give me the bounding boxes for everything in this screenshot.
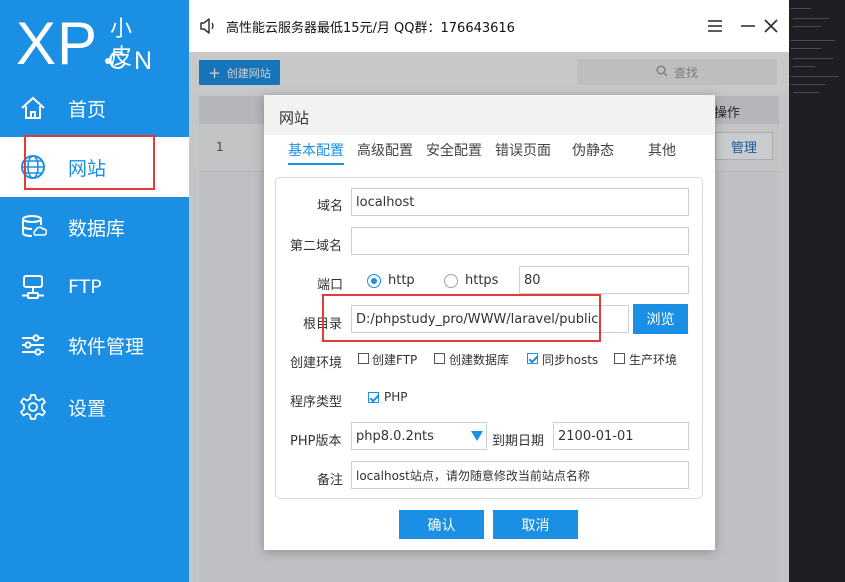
production-env-checkbox[interactable] [614, 353, 625, 364]
root-dir-label: 根目录 [303, 317, 343, 332]
program-type-label: 程序类型 [290, 395, 343, 410]
logo-bottom-text: CN [108, 47, 161, 75]
http-radio[interactable] [367, 274, 381, 288]
tab-other[interactable]: 其他 [648, 141, 676, 165]
create-ftp-checkbox[interactable] [358, 353, 369, 364]
php-version-label: PHP版本 [290, 434, 342, 449]
php-version-select[interactable]: php8.0.2nts [351, 422, 487, 450]
php-checkbox-label: PHP [384, 390, 408, 404]
basic-config-form: 域名 localhost 第二域名 端口 http https 80 根目录 D… [275, 177, 703, 499]
sidebar-item-database[interactable]: 数据库 [0, 197, 189, 257]
sync-hosts-label: 同步hosts [542, 353, 599, 367]
tab-security-config[interactable]: 安全配置 [426, 141, 482, 165]
announcement-text[interactable]: 高性能云服务器最低15元/月 QQ群：176643616 [226, 17, 515, 36]
sidebar: XP 小皮 CN 首页 网站 数据库 FTP 软件管理 设置 [0, 0, 189, 582]
speaker-icon [199, 17, 217, 35]
sidebar-item-label: 网站 [68, 157, 107, 180]
tab-error-pages[interactable]: 错误页面 [495, 141, 551, 165]
create-ftp-label: 创建FTP [372, 353, 418, 367]
second-domain-label: 第二域名 [290, 239, 343, 254]
sidebar-item-label: 设置 [68, 397, 107, 420]
domain-input[interactable]: localhost [351, 188, 689, 216]
sidebar-item-label: FTP [68, 276, 102, 298]
minimize-icon[interactable] [738, 16, 758, 36]
dialog-title: 网站 [279, 109, 310, 127]
database-icon [18, 212, 48, 242]
dialog-tabs: 基本配置 高级配置 安全配置 错误页面 伪静态 其他 [284, 141, 704, 165]
tab-rewrite[interactable]: 伪静态 [572, 141, 614, 165]
browse-button[interactable]: 浏览 [633, 304, 688, 334]
note-label: 备注 [317, 473, 344, 488]
sidebar-item-website[interactable]: 网站 [0, 137, 189, 197]
second-domain-input[interactable] [351, 227, 689, 255]
https-radio-label: https [465, 273, 499, 288]
create-env-label: 创建环境 [290, 356, 343, 371]
gear-icon [18, 392, 48, 422]
sidebar-item-label: 数据库 [68, 217, 126, 240]
dialog-header: 网站 [264, 95, 715, 135]
php-checkbox[interactable] [368, 392, 379, 403]
create-database-checkbox[interactable] [434, 353, 445, 364]
sidebar-item-label: 首页 [68, 98, 107, 121]
title-bar: 高性能云服务器最低15元/月 QQ群：176643616 [189, 0, 789, 52]
port-input[interactable]: 80 [519, 266, 689, 294]
close-icon[interactable] [761, 16, 781, 36]
sidebar-item-ftp[interactable]: FTP [0, 257, 189, 317]
root-dir-input[interactable]: D:/phpstudy_pro/WWW/laravel/public [351, 305, 629, 333]
expire-date-label: 到期日期 [492, 434, 545, 449]
cancel-button[interactable]: 取消 [493, 510, 578, 539]
menu-icon[interactable] [705, 16, 725, 36]
sidebar-item-label: 软件管理 [68, 335, 145, 358]
sliders-icon [18, 330, 48, 360]
website-dialog: 网站 基本配置 高级配置 安全配置 错误页面 伪静态 其他 域名 localho… [264, 95, 715, 550]
tab-basic-config[interactable]: 基本配置 [288, 141, 344, 165]
create-database-label: 创建数据库 [449, 353, 510, 367]
sidebar-item-software[interactable]: 软件管理 [0, 315, 189, 375]
sidebar-item-settings[interactable]: 设置 [0, 377, 189, 437]
background-editor-window [789, 0, 845, 582]
ftp-server-icon [18, 272, 48, 302]
logo-main-text: XP [16, 10, 99, 77]
sidebar-item-home[interactable]: 首页 [0, 78, 189, 138]
home-icon [18, 93, 48, 123]
note-input[interactable]: localhost站点，请勿随意修改当前站点名称 [351, 461, 689, 489]
expire-date-input[interactable]: 2100-01-01 [553, 422, 689, 450]
domain-label: 域名 [317, 199, 344, 214]
port-label: 端口 [317, 278, 344, 293]
globe-icon [18, 152, 48, 182]
confirm-button[interactable]: 确认 [399, 510, 484, 539]
http-radio-label: http [388, 273, 415, 288]
tab-advanced-config[interactable]: 高级配置 [357, 141, 413, 165]
php-version-value: php8.0.2nts [356, 428, 434, 444]
https-radio[interactable] [444, 274, 458, 288]
dropdown-arrow-icon [471, 431, 483, 441]
production-env-label: 生产环境 [629, 353, 678, 367]
sync-hosts-checkbox[interactable] [527, 353, 538, 364]
